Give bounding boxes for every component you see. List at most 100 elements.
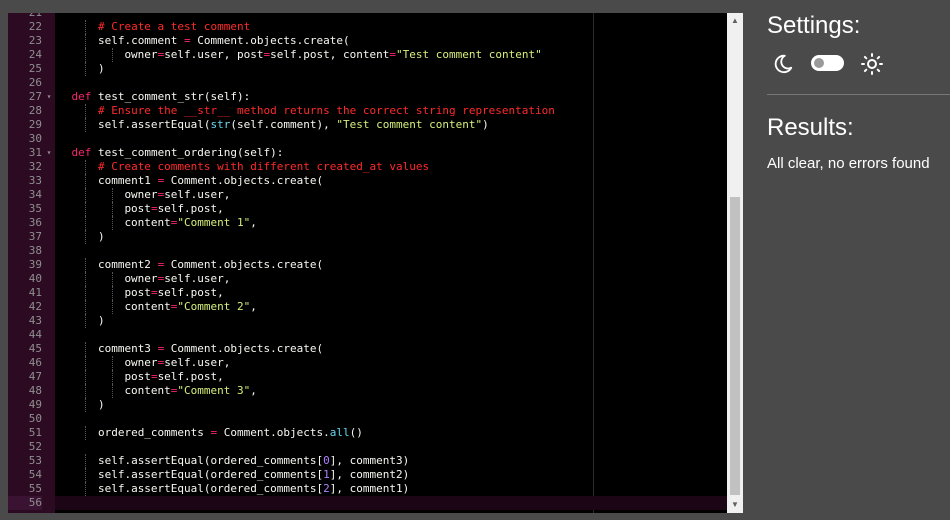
code-line[interactable]: 54 self.assertEqual(ordered_comments[1], … (8, 468, 727, 482)
code-line[interactable]: 33 comment1 = Comment.objects.create( (8, 174, 727, 188)
indent-guide (85, 188, 87, 202)
code-line[interactable]: 40 owner=self.user, (8, 272, 727, 286)
indent-guide (85, 174, 87, 188)
fold-arrow-icon[interactable]: ▾ (44, 90, 54, 104)
code-token: # Ensure the __str__ method returns the … (97, 104, 555, 117)
code-token: all (329, 426, 350, 439)
line-code: self.assertEqual(ordered_comments[0], co… (98, 454, 409, 468)
code-token: = (150, 202, 158, 215)
code-line[interactable]: 47 post=self.post, (8, 370, 727, 384)
code-line[interactable]: 29 self.assertEqual(str(self.comment), "T… (8, 118, 727, 132)
line-number: 24 (28, 48, 42, 61)
moon-icon[interactable] (772, 52, 794, 76)
code-token: "Test comment content" (396, 48, 542, 61)
code-line[interactable]: 21 (8, 13, 727, 20)
panel-divider (767, 94, 950, 95)
code-line[interactable]: 27 ▾ def test_comment_str(self): (8, 90, 727, 104)
code-token: owner (124, 356, 158, 369)
code-token: = (150, 286, 158, 299)
sun-icon[interactable] (860, 52, 884, 76)
results-title: Results: (767, 114, 854, 141)
scroll-down-icon[interactable]: ▼ (727, 497, 743, 513)
code-line[interactable]: 36 content="Comment 1", (8, 216, 727, 230)
code-token: self.post, (157, 370, 224, 383)
code-line[interactable]: 25) (8, 62, 727, 76)
indent-guide (85, 468, 87, 482)
indent-guide (111, 356, 113, 370)
code-line[interactable]: 50 (8, 412, 727, 426)
code-line[interactable]: 30 (8, 132, 727, 146)
code-line[interactable]: 34 owner=self.user, (8, 188, 727, 202)
code-token: 0 (323, 454, 330, 467)
line-number: 50 (28, 412, 42, 425)
code-token: ], comment3) (329, 454, 410, 467)
code-line[interactable]: 32 # Create comments with different creat… (8, 160, 727, 174)
fold-arrow-icon[interactable]: ▾ (44, 146, 54, 160)
line-code: post=self.post, (124, 286, 223, 300)
code-line[interactable]: 49) (8, 398, 727, 412)
code-line[interactable]: 46 owner=self.user, (8, 356, 727, 370)
code-line[interactable]: 37) (8, 230, 727, 244)
indent-guide (85, 300, 87, 314)
code-line[interactable]: 26 (8, 76, 727, 90)
code-line[interactable]: 41 post=self.post, (8, 286, 727, 300)
indent-guide (111, 272, 113, 286)
line-number: 39 (28, 258, 42, 271)
code-line[interactable]: 35 post=self.post, (8, 202, 727, 216)
line-number: 25 (28, 62, 42, 75)
active-line-highlight (55, 496, 727, 510)
line-number: 56 (8, 496, 42, 510)
code-line[interactable]: 31 ▾ def test_comment_ordering(self): (8, 146, 727, 160)
scrollbar-thumb[interactable] (730, 197, 740, 495)
indent-guide (85, 62, 87, 76)
indent-guide (85, 48, 87, 62)
code-line[interactable]: 53 self.assertEqual(ordered_comments[0], … (8, 454, 727, 468)
indent-guide (85, 342, 87, 356)
indent-guide (85, 482, 87, 496)
code-line[interactable]: 39 comment2 = Comment.objects.create( (8, 258, 727, 272)
code-token: "Comment 2" (177, 300, 251, 313)
code-token: owner (124, 48, 158, 61)
code-token: # Create a test comment (97, 20, 251, 33)
theme-toggle-switch[interactable] (811, 55, 844, 71)
code-token: ) (97, 230, 105, 243)
code-line[interactable]: 43) (8, 314, 727, 328)
code-line[interactable]: 22 # Create a test comment (8, 20, 727, 34)
code-token: owner (124, 188, 158, 201)
code-line[interactable]: 55 self.assertEqual(ordered_comments[2], … (8, 482, 727, 496)
code-editor[interactable]: 2122# Create a test comment23self.commen… (8, 13, 727, 513)
code-line[interactable]: 42 content="Comment 2", (8, 300, 727, 314)
code-line[interactable]: 44 (8, 328, 727, 342)
code-line[interactable]: 51 ordered_comments = Comment.objects.all… (8, 426, 727, 440)
code-token: self.assertEqual(ordered_comments[ (97, 454, 324, 467)
line-number: 44 (28, 328, 42, 341)
line-number: 45 (28, 342, 42, 355)
code-line[interactable]: 24 owner=self.user, post=self.post, conte… (8, 48, 727, 62)
code-line[interactable]: 45 comment3 = Comment.objects.create( (8, 342, 727, 356)
code-line[interactable]: 52 (8, 440, 727, 454)
editor-scrollbar[interactable]: ▲ ▼ (727, 13, 743, 513)
code-token: ) (97, 62, 105, 75)
line-number: 32 (28, 160, 42, 173)
line-number: 41 (28, 286, 42, 299)
scroll-up-icon[interactable]: ▲ (727, 13, 743, 29)
code-line[interactable]: 23 self.comment = Comment.objects.create( (8, 34, 727, 48)
code-token: content (124, 216, 171, 229)
indent-guide (85, 398, 87, 412)
code-token: Comment.objects.create( (164, 342, 324, 355)
line-code: def test_comment_str(self): (71, 90, 250, 104)
code-line[interactable]: 56 (8, 496, 727, 510)
code-line[interactable]: 48 content="Comment 3", (8, 384, 727, 398)
line-number: 46 (28, 356, 42, 369)
code-token: , (250, 300, 257, 313)
line-number: 42 (28, 300, 42, 313)
indent-guide (85, 356, 87, 370)
code-line[interactable]: 28 # Ensure the __str__ method returns th… (8, 104, 727, 118)
indent-guide (111, 286, 113, 300)
code-line[interactable]: 38 (8, 244, 727, 258)
code-lines[interactable]: 2122# Create a test comment23self.commen… (8, 13, 727, 510)
code-token: ], comment1) (329, 482, 410, 495)
results-message: All clear, no errors found (767, 155, 930, 172)
code-token: test_comment_str(self): (97, 90, 251, 103)
indent-guide (85, 202, 87, 216)
